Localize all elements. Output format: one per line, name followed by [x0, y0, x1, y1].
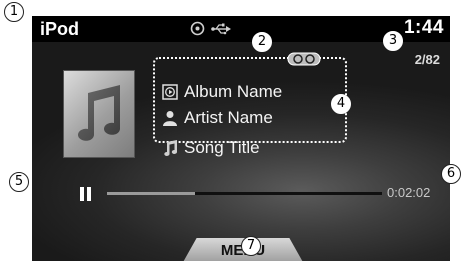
usb-icon: [211, 22, 231, 40]
callout-5: 5: [9, 172, 29, 192]
status-icons: [190, 21, 231, 41]
ipod-screen: iPod 1:44 2/82 Album Name Artist Name So…: [32, 16, 450, 261]
disc-icon: [190, 21, 205, 41]
progress-bar[interactable]: [107, 192, 382, 195]
elapsed-time: 0:02:02: [387, 185, 431, 200]
album-icon: [162, 84, 178, 100]
progress-fill: [107, 192, 195, 195]
pause-icon[interactable]: [80, 187, 92, 201]
callout-7: 7: [241, 236, 261, 256]
callout-4: 4: [331, 94, 351, 114]
callout-2: 2: [252, 32, 272, 52]
artist-icon: [162, 110, 178, 126]
album-row: Album Name: [162, 82, 282, 102]
track-counter: 2/82: [414, 52, 440, 67]
album-name: Album Name: [184, 82, 283, 101]
artist-name: Artist Name: [184, 108, 273, 127]
callout-1: 1: [4, 2, 24, 22]
song-title: Song Title: [184, 138, 260, 157]
album-art: [64, 71, 134, 157]
repeat-icon: [287, 52, 321, 71]
song-icon: [162, 140, 178, 156]
callout-6: 6: [441, 164, 461, 184]
song-row: Song Title: [162, 138, 260, 158]
source-title: iPod: [40, 19, 79, 39]
artist-row: Artist Name: [162, 108, 273, 128]
clock: 1:44: [403, 17, 444, 38]
music-note-icon: [78, 85, 120, 141]
callout-3: 3: [383, 31, 403, 51]
